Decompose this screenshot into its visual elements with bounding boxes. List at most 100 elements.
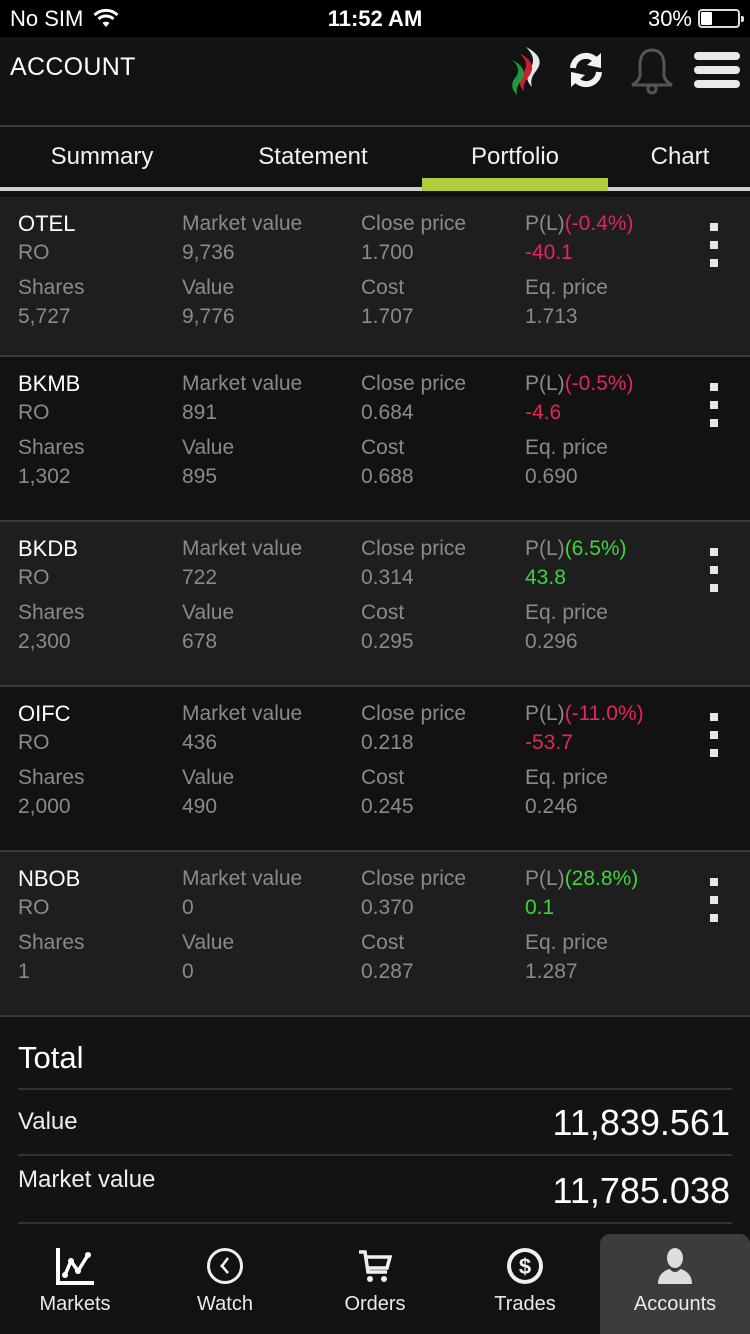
eq-price-cell: Eq. price 0.296 [525,598,608,656]
profit-loss-percent: (-0.4%) [564,212,634,235]
line-chart-icon [53,1244,97,1288]
shares-cell: Shares 2,000 [18,763,85,821]
cost-cell: Cost 0.245 [361,763,414,821]
total-market-value: 11,785.038 [552,1170,730,1211]
profit-loss-percent: (-11.0%) [564,702,644,725]
eq-price: 0.690 [525,465,578,488]
more-options-icon[interactable] [704,548,724,592]
notifications-button[interactable] [624,45,680,95]
nav-trades[interactable]: $ Trades [450,1234,600,1334]
currency: RO [18,241,50,264]
clock-icon [203,1244,247,1288]
cost-cell: Cost 0.688 [361,433,414,491]
holding-row[interactable]: NBOB RO Market value 0 Close price 0.370… [0,852,750,1017]
battery-nub [741,16,744,22]
cost: 0.295 [361,630,414,653]
value: 9,776 [182,305,235,328]
nav-label: Watch [197,1293,253,1315]
eq-price: 1.287 [525,960,578,983]
bell-icon [631,48,673,95]
battery-icon [698,9,744,28]
tab-bar: Summary Statement Portfolio Chart [0,125,750,191]
market-value-cell: Market value 436 [182,699,302,757]
value-cell: Value 678 [182,598,234,656]
holding-row[interactable]: OIFC RO Market value 436 Close price 0.2… [0,687,750,852]
eq-price: 0.246 [525,795,578,818]
nav-watch[interactable]: Watch [150,1234,300,1334]
holding-row[interactable]: BKDB RO Market value 722 Close price 0.3… [0,522,750,687]
market-value: 722 [182,566,218,589]
market-value-cell: Market value 0 [182,864,302,922]
market-value-cell: Market value 9,736 [182,209,302,267]
holding-row[interactable]: BKMB RO Market value 891 Close price 0.6… [0,357,750,522]
value: 490 [182,795,218,818]
eq-price-cell: Eq. price 1.287 [525,928,608,986]
shares-cell: Shares 1 [18,928,85,986]
tab-chart[interactable]: Chart [630,127,730,189]
symbol: NBOB [18,866,81,891]
shares-cell: Shares 1,302 [18,433,85,491]
close-price: 0.218 [361,731,414,754]
profit-loss-value: -53.7 [525,731,573,754]
tab-statement[interactable]: Statement [228,127,398,189]
total-heading: Total [18,1040,84,1075]
profit-loss-cell: P(L)(28.8%) 0.1 [525,864,638,922]
nav-accounts[interactable]: Accounts [600,1234,750,1334]
refresh-button[interactable] [562,45,610,95]
eq-price: 0.296 [525,630,578,653]
value-label: Value [182,766,235,789]
cost: 0.688 [361,465,414,488]
cost-label: Cost [361,601,405,624]
close-price: 0.370 [361,896,414,919]
cost-label: Cost [361,931,405,954]
shares-label: Shares [18,766,85,789]
hamburger-menu-icon [694,52,740,88]
cost-label: Cost [361,276,405,299]
shares-label: Shares [18,276,85,299]
close-price-cell: Close price 1.700 [361,209,466,267]
refresh-icon [570,52,602,88]
profit-loss-label: P(L) [525,212,565,235]
eq-price-label: Eq. price [525,276,608,299]
holding-row[interactable]: OTEL RO Market value 9,736 Close price 1… [0,197,750,357]
value: 678 [182,630,218,653]
profit-loss-cell: P(L)(-0.4%) -40.1 [525,209,634,267]
more-options-icon[interactable] [704,878,724,922]
shares: 5,727 [18,305,71,328]
nav-orders[interactable]: Orders [300,1234,450,1334]
profit-loss-label: P(L) [525,372,565,395]
tab-summary[interactable]: Summary [18,127,186,189]
close-price-label: Close price [361,537,467,560]
cost-label: Cost [361,766,405,789]
more-options-icon[interactable] [704,713,724,757]
currency: RO [18,896,50,919]
eq-price-label: Eq. price [525,931,608,954]
shares-cell: Shares 5,727 [18,273,85,331]
market-value-label: Market value [182,702,303,725]
clock-time: 11:52 AM [327,6,423,31]
symbol: BKDB [18,536,78,561]
more-options-icon[interactable] [704,223,724,267]
profit-loss-value: -40.1 [525,241,573,264]
value-label: Value [182,436,235,459]
cost-cell: Cost 0.295 [361,598,414,656]
profit-loss-value: -4.6 [525,401,562,424]
shares-label: Shares [18,436,85,459]
close-price-cell: Close price 0.314 [361,534,466,592]
close-price: 0.684 [361,401,414,424]
value-label: Value [182,931,235,954]
market-value-label: Market value [182,867,303,890]
market-value-label: Market value [182,372,303,395]
nav-label: Trades [494,1293,556,1315]
close-price: 0.314 [361,566,414,589]
cost: 0.245 [361,795,414,818]
nav-markets[interactable]: Markets [0,1234,150,1334]
profit-loss-label: P(L) [525,537,565,560]
eq-price-cell: Eq. price 1.713 [525,273,608,331]
nav-label: Accounts [633,1293,717,1315]
menu-button[interactable] [692,45,742,95]
value-label: Value [182,276,235,299]
more-options-icon[interactable] [704,383,724,427]
eq-price: 1.713 [525,305,578,328]
market-value-cell: Market value 722 [182,534,302,592]
